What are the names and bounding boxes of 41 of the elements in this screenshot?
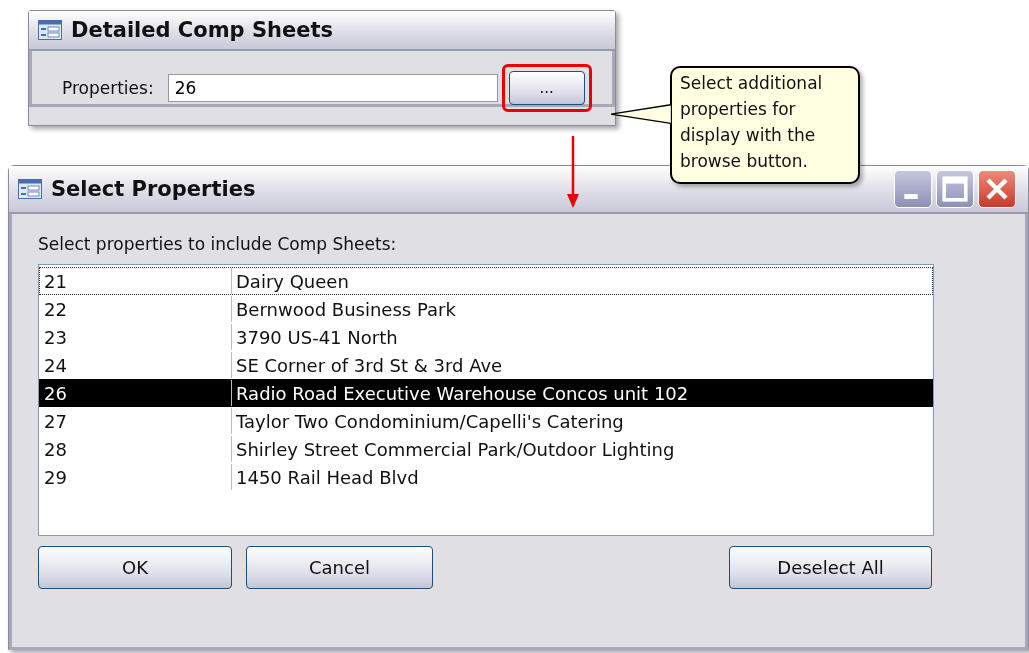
properties-field[interactable]: 26 <box>167 73 498 102</box>
window-title: Select Properties <box>51 177 256 201</box>
property-id: 21 <box>40 268 232 294</box>
minimize-icon <box>904 194 918 199</box>
dialog-button[interactable]: Cancel <box>246 546 433 589</box>
list-row[interactable]: 26 Radio Road Executive Warehouse Concos unit 102 <box>39 379 933 407</box>
browse-button[interactable]: ... <box>508 70 585 105</box>
property-id: 23 <box>40 324 232 350</box>
list-row[interactable]: 22 Bernwood Business Park <box>39 295 933 323</box>
dialog-button[interactable]: OK <box>38 546 232 589</box>
callout-text: Select additional properties for display with the browse button. <box>680 72 824 173</box>
property-id: 27 <box>40 408 232 434</box>
property-name: Shirley Street Commercial Park/Outdoor Lighting <box>235 438 675 460</box>
dialog-button[interactable]: Deselect All <box>729 546 932 589</box>
arrow <box>567 136 579 208</box>
property-name: SE Corner of 3rd St & 3rd Ave <box>235 354 503 376</box>
property-name: Bernwood Business Park <box>235 298 456 320</box>
list-row[interactable]: 27 Taylor Two Condominium/Capelli's Catering <box>39 407 933 435</box>
property-id: 26 <box>40 380 232 406</box>
list-row[interactable]: 28 Shirley Street Commercial Park/Outdoor Lighting <box>39 435 933 463</box>
list-row[interactable]: 23 3790 US-41 North <box>39 323 933 351</box>
property-name: 3790 US-41 North <box>235 326 398 348</box>
property-id: 24 <box>40 352 232 378</box>
property-name: Taylor Two Condominium/Capelli's Catering <box>235 410 624 432</box>
field-label: Properties: <box>62 77 154 98</box>
window-title: Detailed Comp Sheets <box>71 18 334 42</box>
property-name: Radio Road Executive Warehouse Concos unit 102 <box>235 382 689 404</box>
form-icon <box>37 20 63 40</box>
property-id: 22 <box>40 296 232 322</box>
maximize-button[interactable] <box>936 170 974 208</box>
form-icon <box>17 179 43 199</box>
property-name: Dairy Queen <box>235 270 349 292</box>
list-row[interactable]: 29 1450 Rail Head Blvd <box>39 463 933 491</box>
property-id: 29 <box>40 464 232 490</box>
property-id: 28 <box>40 436 232 462</box>
close-button[interactable] <box>978 170 1016 208</box>
property-name: 1450 Rail Head Blvd <box>235 466 419 488</box>
list-row[interactable]: 24 SE Corner of 3rd St & 3rd Ave <box>39 351 933 379</box>
list-row[interactable]: 21 Dairy Queen <box>39 267 933 295</box>
minimize-button[interactable] <box>894 170 932 208</box>
prompt-text: Select properties to include Comp Sheets: <box>38 234 398 254</box>
